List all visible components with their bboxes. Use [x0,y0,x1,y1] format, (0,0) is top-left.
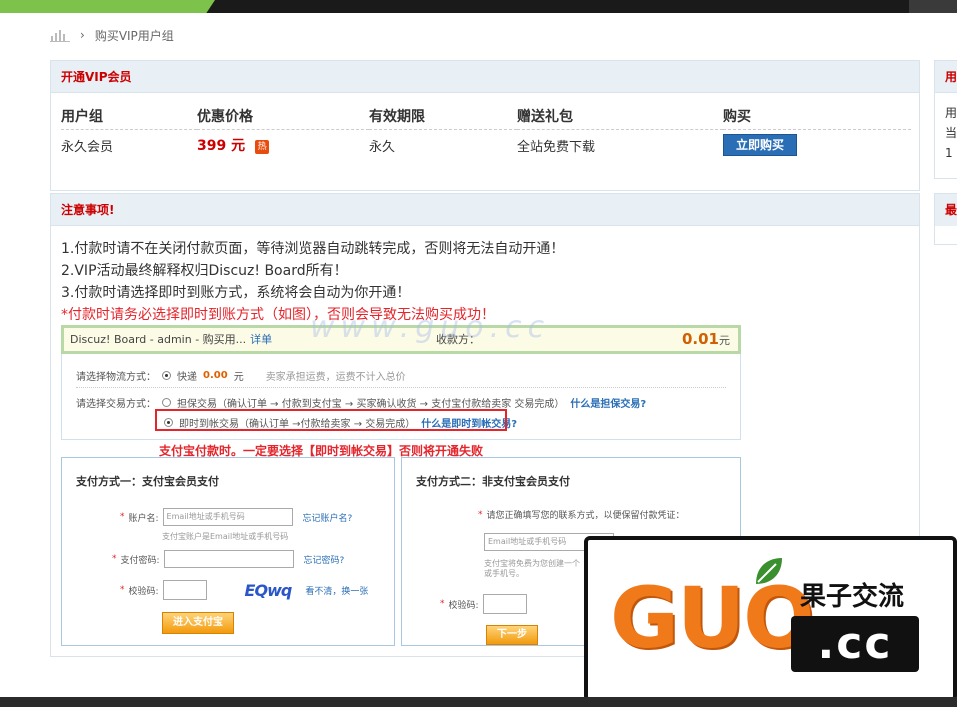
sidebar-line: 1 [945,146,953,160]
col-header-price: 优惠价格 [197,103,369,130]
breadcrumb-current: 购买VIP用户组 [94,28,174,43]
breadcrumb-separator: › [80,28,85,42]
account-label: 账户名: [128,513,159,524]
watermark: www.guo.cc [310,310,551,345]
guarantee-trade-radio [162,398,171,407]
forgot-account-link: 忘记账户名? [302,513,353,524]
contact-label-row: * 请您正确填写您的联系方式，以便保留付款凭证： [478,509,685,522]
col-header-validity: 有效期限 [369,103,517,130]
col-header-group: 用户组 [61,103,197,130]
logistics-row: 请选择物流方式： 快递 0.00 元 卖家承担运费，运费不计入总价 [76,368,406,383]
top-navigation-bar [0,0,957,13]
next-step-button: 下一步 [486,625,538,645]
instant-trade-highlight [155,409,507,431]
account-input: Email地址或手机号码 [162,508,293,526]
password-label: 支付密码: [120,555,160,566]
vip-price: 399 元 [197,138,246,155]
logistics-unit: 元 [233,372,244,383]
vip-table-header: 用户组 优惠价格 有效期限 赠送礼包 购买 [61,103,911,130]
notice-panel-title: 注意事项! [51,194,919,226]
sidebar-line: 用 [945,106,957,120]
logistics-radio [162,371,171,380]
logo-latin: GUO [610,569,815,667]
top-bar-green-accent [0,0,215,13]
logistics-option: 快递 [177,372,197,383]
captcha-label: 校验码: [128,586,159,597]
captcha-input [162,580,207,600]
vip-price-cell: 399 元热 [197,129,369,161]
sidebar-box-latest-title: 最 [935,194,957,226]
vip-group-cell: 永久会员 [61,139,114,155]
table-row: 永久会员 399 元热 永久 全站免费下载 立即购买 [61,129,911,161]
logo-chinese: 果子交流 [800,582,905,612]
logo-domain: .cc [791,616,919,672]
notice-line-1: 1.付款时请不在关闭付款页面，等待浏览器自动跳转完成，否则将无法自动开通！ [61,241,565,257]
order-detail-link: 详单 [250,333,273,346]
bottom-bar [0,697,957,707]
col-header-buy: 购买 [723,103,911,130]
buy-now-button[interactable]: 立即购买 [723,134,797,157]
captcha-row: * 校验码: EQwq 看不清，换一张 [120,580,369,600]
order-amount: 0.01元 [682,328,730,352]
enter-alipay-button: 进入支付宝 [162,612,234,634]
account-row: * 账户名: Email地址或手机号码 忘记账户名? [120,508,352,526]
method1-title: 支付方式一：支付宝会员支付 [76,475,219,488]
vip-gift-cell: 全站免费下载 [517,139,596,155]
forgot-password-link: 忘记密码? [303,555,345,566]
guarantee-trade-option: 担保交易（确认订单 → 付款到支付宝 → 买家确认收货 → 支付宝付款给卖家 交… [177,399,565,410]
home-chart-icon[interactable] [50,28,70,42]
guarantee-trade-link: 什么是担保交易? [570,399,647,410]
guo-cc-logo: GUO 果子交流 .cc [584,536,957,702]
vip-table: 用户组 优惠价格 有效期限 赠送礼包 购买 永久会员 399 元热 永久 全站免… [61,103,911,161]
password-input [163,550,294,568]
contact-label: 请您正确填写您的联系方式，以便保留付款凭证： [486,511,685,521]
contact-hint-2: 或手机号。 [484,569,524,578]
sidebar-line: 当 [945,126,957,140]
top-bar-right-block [909,0,957,13]
logistics-label: 请选择物流方式： [76,372,156,383]
breadcrumb: › 购买VIP用户组 [50,26,174,44]
captcha2-input [482,594,527,614]
captcha2-label: 校验码: [448,600,479,611]
captcha2-row: * 校验码: [440,594,527,614]
refresh-captcha-link: 看不清，换一张 [305,586,369,597]
col-header-gift: 赠送礼包 [517,103,723,130]
captcha-image: EQwq [244,580,293,600]
options-divider [76,387,726,388]
logistics-fee: 0.00 [203,370,228,381]
method2-title: 支付方式二：非支付宝会员支付 [416,475,570,488]
hot-badge: 热 [255,140,270,155]
notice-line-2: 2.VIP活动最终解释权归Discuz! Board所有！ [61,263,348,279]
password-row: * 支付密码: 忘记密码? [112,550,344,568]
vip-purchase-panel: 开通VIP会员 用户组 优惠价格 有效期限 赠送礼包 购买 永久会员 399 元… [50,60,920,191]
trade-label: 请选择交易方式： [76,399,156,410]
vip-panel-title: 开通VIP会员 [51,61,919,93]
amount-value: 0.01 [681,330,719,348]
amount-unit: 元 [719,334,730,347]
sidebar-box-latest: 最 [934,193,957,245]
trade-row-1: 请选择交易方式： 担保交易（确认订单 → 付款到支付宝 → 买家确认收货 → 支… [76,395,646,410]
order-title: Discuz! Board - admin - 购买用... [70,333,247,346]
vip-buy-cell: 立即购买 [723,129,911,161]
sidebar-box-user-title: 用 [935,61,957,93]
vip-validity-cell: 永久 [369,139,396,155]
logistics-note: 卖家承担运费，运费不计入总价 [265,372,406,383]
account-hint: 支付宝账户是Email地址或手机号码 [162,532,289,541]
payment-method-member: 支付方式一：支付宝会员支付 * 账户名: Email地址或手机号码 忘记账户名? … [61,457,395,646]
notice-line-3: 3.付款时请选择即时到账方式，系统将会自动为你开通！ [61,285,411,301]
sidebar-box-user: 用 用 当 1 [934,60,957,179]
